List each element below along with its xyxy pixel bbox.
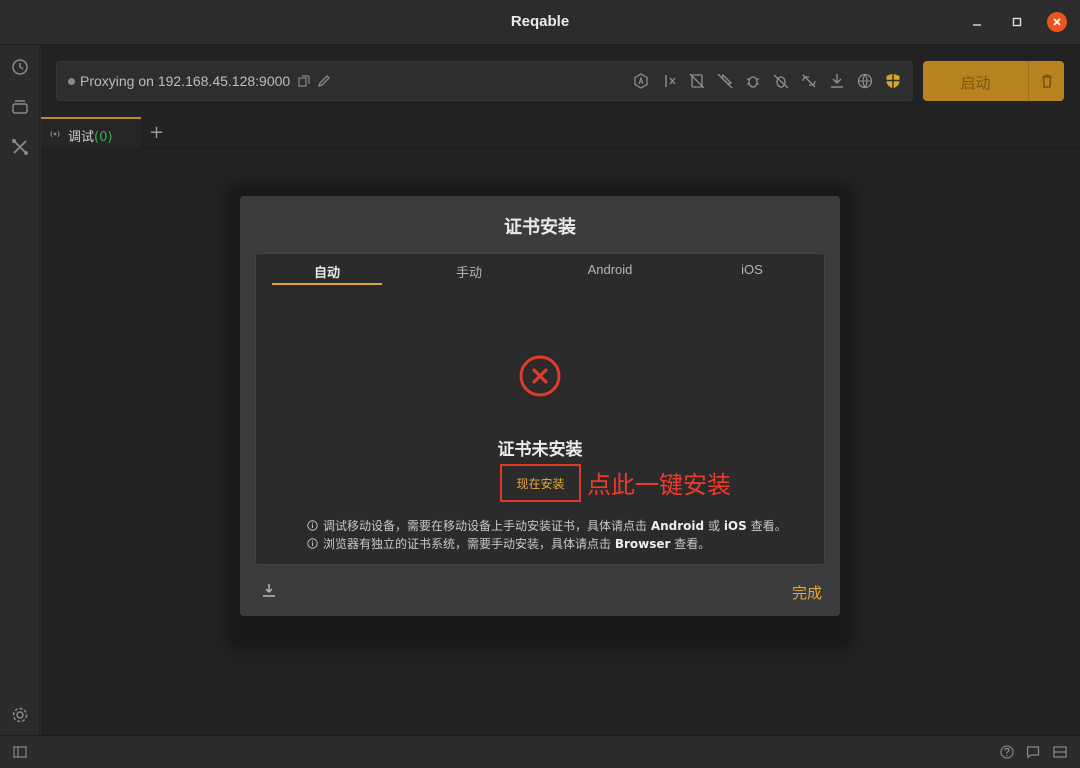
split-icon[interactable] — [660, 72, 678, 90]
status-bar — [0, 735, 1080, 768]
window-title: Reqable — [510, 13, 570, 30]
edit-icon[interactable] — [317, 74, 331, 88]
info-icon — [307, 520, 318, 531]
note-browser-text: 浏览器有独立的证书系统，需要手动安装，具体请点击 Browser 查看。 — [323, 537, 711, 551]
install-now-button[interactable]: 现在安装 — [500, 464, 581, 502]
session-tab-row: 调试(0) + — [41, 117, 1080, 148]
tab-android[interactable]: Android — [555, 262, 665, 277]
add-tab-button[interactable]: + — [149, 122, 164, 143]
proxy-bar: Proxying on 192.168.45.128:9000 — [56, 61, 913, 101]
start-button-label: 启动 — [960, 74, 991, 92]
tab-debug-label: 调试(0) — [68, 130, 113, 145]
maximize-button[interactable] — [1007, 12, 1027, 32]
history-icon[interactable] — [10, 57, 30, 77]
info-icon — [307, 538, 318, 549]
certificate-install-dialog: 证书安装 自动 手动 Android iOS 证书未安装 现在安装 点此一键安装… — [240, 196, 840, 616]
layers-icon[interactable] — [10, 97, 30, 117]
panel-layout-icon[interactable] — [1053, 745, 1067, 759]
browser-link[interactable]: Browser — [615, 537, 671, 551]
active-tab-indicator — [272, 283, 382, 285]
globe-settings-icon[interactable] — [856, 72, 874, 90]
android-link[interactable]: Android — [651, 519, 704, 533]
start-button[interactable]: 启动 — [923, 61, 1064, 101]
sidebar-toggle-icon[interactable] — [13, 745, 27, 759]
bug-icon[interactable] — [744, 72, 762, 90]
title-bar: Reqable — [0, 0, 1080, 45]
bug-off-icon[interactable] — [772, 72, 790, 90]
tab-auto[interactable]: 自动 — [272, 262, 382, 281]
pin-off-icon[interactable] — [716, 72, 734, 90]
error-icon — [519, 355, 561, 397]
shield-icon[interactable] — [884, 72, 902, 90]
annotation-text: 点此一键安装 — [587, 471, 731, 499]
close-icon — [1053, 18, 1061, 26]
minimize-icon — [973, 24, 981, 26]
tools-icon[interactable] — [10, 137, 30, 157]
note-mobile: 调试移动设备，需要在移动设备上手动安装证书，具体请点击 Android 或 iO… — [307, 517, 787, 534]
left-rail — [0, 45, 40, 735]
hex-a-icon[interactable] — [632, 72, 650, 90]
close-button[interactable] — [1047, 12, 1067, 32]
certificate-status: 证书未安装 — [497, 440, 583, 460]
note-mobile-text: 调试移动设备，需要在移动设备上手动安装证书，具体请点击 Android 或 iO… — [323, 519, 787, 533]
help-icon[interactable] — [1000, 745, 1014, 759]
tab-ios[interactable]: iOS — [697, 262, 807, 277]
dialog-title: 证书安装 — [504, 217, 576, 238]
radio-wave-icon — [50, 130, 60, 138]
minimize-button[interactable] — [967, 12, 987, 32]
ios-link[interactable]: iOS — [724, 519, 747, 533]
tab-debug[interactable]: 调试(0) — [41, 117, 141, 148]
note-browser: 浏览器有独立的证书系统，需要手动安装，具体请点击 Browser 查看。 — [307, 535, 710, 552]
done-button[interactable]: 完成 — [792, 582, 822, 603]
feedback-icon[interactable] — [1026, 745, 1040, 759]
disabled-doc-icon[interactable] — [688, 72, 706, 90]
copy-icon[interactable] — [298, 75, 310, 87]
proxy-status-dot — [68, 78, 75, 85]
trash-icon[interactable] — [1039, 73, 1055, 89]
download-icon[interactable] — [828, 72, 846, 90]
toolbar-icons — [632, 72, 902, 90]
settings-icon[interactable] — [10, 705, 30, 725]
tab-manual[interactable]: 手动 — [414, 262, 524, 281]
proxy-status-text: Proxying on 192.168.45.128:9000 — [80, 73, 291, 89]
tab-debug-count: (0) — [94, 130, 113, 145]
dialog-content: 自动 手动 Android iOS 证书未安装 现在安装 点此一键安装 调试移动… — [255, 253, 825, 565]
start-button-divider — [1028, 61, 1029, 101]
maximize-icon — [1012, 17, 1022, 27]
link-off-icon[interactable] — [800, 72, 818, 90]
download-certificate-icon[interactable] — [261, 582, 277, 598]
